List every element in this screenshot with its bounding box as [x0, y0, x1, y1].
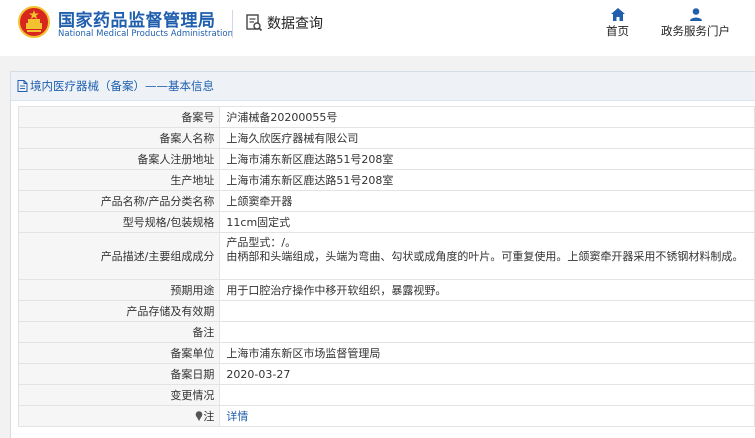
row-label: 生产地址 [17, 169, 221, 191]
row-label: 备案人名称 [17, 127, 221, 149]
row-label: 备案单位 [17, 342, 221, 364]
row-label: 备案日期 [17, 363, 221, 385]
row-label: 产品存储及有效期 [17, 300, 221, 322]
panel-title: 境内医疗器械（备案）——基本信息 [30, 79, 214, 93]
row-label: 型号规格/包装规格 [17, 211, 221, 233]
table-row: 注 详情 [17, 405, 755, 427]
site-header: 国家药品监督管理局 National Medical Products Admi… [0, 0, 755, 56]
brand-title: 国家药品监督管理局 [58, 11, 216, 31]
detail-panel: 境内医疗器械（备案）——基本信息 备案号 沪浦械备20200055号 备案人名称… [10, 71, 755, 438]
row-value [219, 384, 755, 406]
table-row: 变更情况 [17, 384, 755, 406]
row-value: 上海市浦东新区鹿达路51号208室 [219, 169, 755, 191]
detail-table: 备案号 沪浦械备20200055号 备案人名称 上海久欣医疗器械有限公司 备案人… [17, 106, 755, 427]
table-row: 产品描述/主要组成成分 产品型式：/。 由柄部和头端组成，头端为弯曲、勾状或成角… [17, 232, 755, 280]
nav-service-portal[interactable]: 政务服务门户 [661, 8, 730, 39]
row-value: 产品型式：/。 由柄部和头端组成，头端为弯曲、勾状或成角度的叶片。可重复使用。上… [219, 232, 755, 280]
user-icon [689, 8, 702, 21]
row-value-line: 产品型式：/。 [226, 236, 297, 249]
row-value [219, 321, 755, 343]
document-icon [17, 80, 28, 92]
panel-title-bar: 境内医疗器械（备案）——基本信息 [11, 72, 755, 101]
row-value: 用于口腔治疗操作中移开软组织，暴露视野。 [219, 279, 755, 301]
row-label-with-icon: 注 [17, 405, 221, 427]
nav-home-label: 首页 [606, 24, 629, 38]
table-row: 型号规格/包装规格 11cm固定式 [17, 211, 755, 233]
table-row: 产品存储及有效期 [17, 300, 755, 322]
table-row: 备注 [17, 321, 755, 343]
data-query-label: 数据查询 [267, 16, 323, 32]
row-label: 备案号 [17, 106, 221, 128]
row-value: 详情 [219, 405, 755, 427]
row-value: 上海市浦东新区鹿达路51号208室 [219, 148, 755, 170]
brand-subtitle: National Medical Products Administration [58, 29, 233, 39]
table-row: 备案单位 上海市浦东新区市场监督管理局 [17, 342, 755, 364]
row-label: 预期用途 [17, 279, 221, 301]
data-query-icon [246, 14, 263, 32]
data-query-link[interactable]: 数据查询 [245, 12, 323, 34]
table-row: 生产地址 上海市浦东新区鹿达路51号208室 [17, 169, 755, 191]
row-label: 产品名称/产品分类名称 [17, 190, 221, 212]
national-emblem-icon [18, 6, 50, 38]
details-link[interactable]: 详情 [226, 410, 248, 423]
row-value: 上海市浦东新区市场监督管理局 [219, 342, 755, 364]
nav-home[interactable]: 首页 [606, 8, 629, 39]
row-value: 上颌窦牵开器 [219, 190, 755, 212]
table-row: 备案日期 2020-03-27 [17, 363, 755, 385]
table-row: 产品名称/产品分类名称 上颌窦牵开器 [17, 190, 755, 212]
table-row: 备案人注册地址 上海市浦东新区鹿达路51号208室 [17, 148, 755, 170]
row-value: 沪浦械备20200055号 [219, 106, 755, 128]
row-label: 变更情况 [17, 384, 221, 406]
nav-service-portal-label: 政务服务门户 [661, 24, 730, 38]
table-row: 预期用途 用于口腔治疗操作中移开软组织，暴露视野。 [17, 279, 755, 301]
row-value: 上海久欣医疗器械有限公司 [219, 127, 755, 149]
row-value: 11cm固定式 [219, 211, 755, 233]
header-divider [232, 10, 233, 38]
row-value: 2020-03-27 [219, 363, 755, 385]
home-icon [610, 8, 625, 21]
row-label: 备注 [17, 321, 221, 343]
row-label: 产品描述/主要组成成分 [17, 232, 221, 280]
row-value-line: 由柄部和头端组成，头端为弯曲、勾状或成角度的叶片。可重复使用。上颌窦牵开器采用不… [226, 250, 744, 263]
row-label: 备案人注册地址 [17, 148, 221, 170]
row-value [219, 300, 755, 322]
table-row: 备案人名称 上海久欣医疗器械有限公司 [17, 127, 755, 149]
table-row: 备案号 沪浦械备20200055号 [17, 106, 755, 128]
row-label: 注 [203, 410, 215, 423]
